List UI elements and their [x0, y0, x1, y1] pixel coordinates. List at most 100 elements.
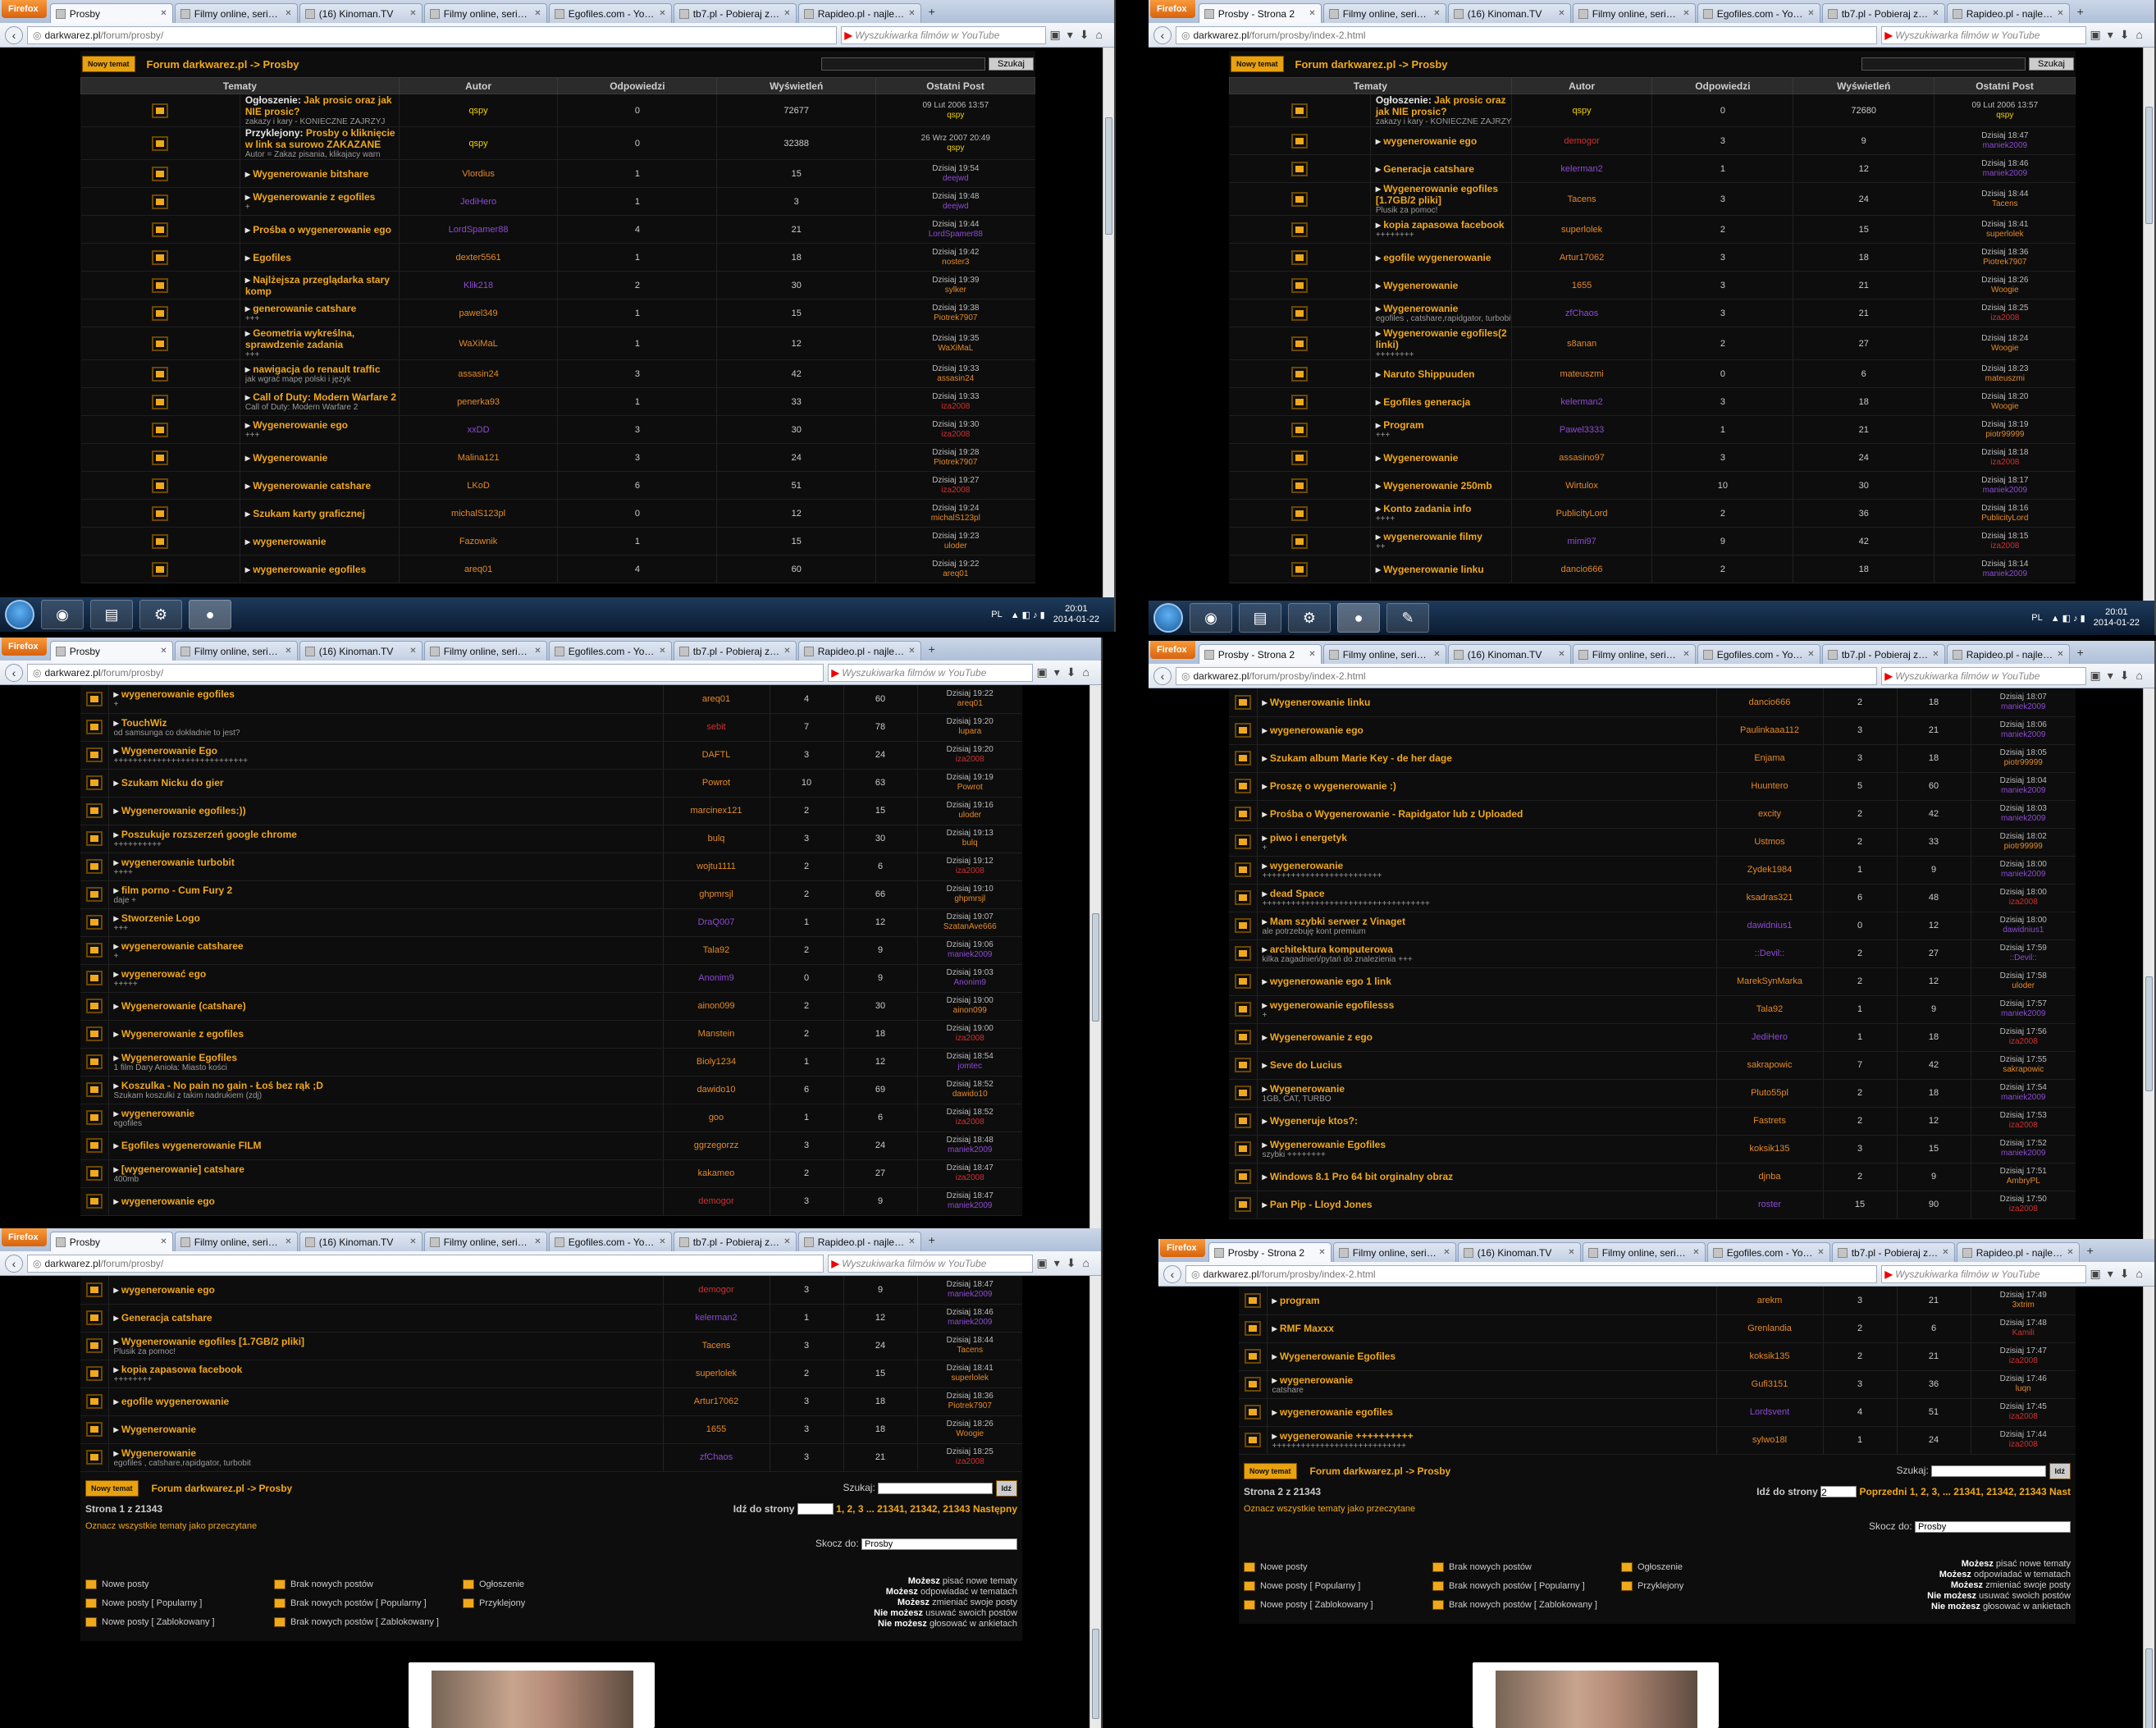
topic-author[interactable]: Powrot	[702, 778, 730, 788]
topic-title-text[interactable]: nawigacja do renault traffic	[253, 363, 380, 375]
topic-title[interactable]: ▸ wygenerowanie	[1272, 1374, 1354, 1386]
new-tab-button[interactable]: +	[923, 5, 941, 18]
scrollbar-thumb[interactable]	[1092, 1628, 1099, 1719]
topic-title[interactable]: ▸ RMF Maxxx	[1272, 1323, 1334, 1334]
topic-author[interactable]: PublicityLord	[1556, 509, 1608, 519]
last-post-author[interactable]: Woogie	[1934, 402, 2075, 412]
topic-title[interactable]: ▸ generowanie catshare	[245, 303, 356, 314]
last-post-author[interactable]: sakrapowic	[1971, 1065, 2076, 1075]
topic-title-text[interactable]: egofile wygenerowanie	[1383, 252, 1491, 263]
vertical-scrollbar[interactable]	[1089, 685, 1101, 1228]
topic-title-text[interactable]: wygenerowanie ego	[1270, 725, 1363, 736]
last-post-author[interactable]: Piotrek7907	[876, 313, 1035, 323]
forum-search-button[interactable]: Szukaj	[988, 57, 1034, 71]
topic-author[interactable]: Artur17062	[1560, 253, 1604, 263]
topic-author[interactable]: sylwo18l	[1752, 1435, 1787, 1445]
breadcrumb[interactable]: Forum darkwarez.pl -> Prosby	[147, 58, 299, 71]
page-links[interactable]: 1, 2, 3 ... 21341, 21342, 21343	[836, 1503, 970, 1515]
last-post-author[interactable]: maniek2009	[1934, 486, 2075, 496]
new-tab-button[interactable]: +	[2081, 1244, 2099, 1257]
browser-tab[interactable]: tb7.pl - Pobieraj z T... ✕	[673, 1232, 797, 1251]
browser-tab[interactable]: (16) Kinoman.TV ✕	[299, 641, 423, 661]
topic-title[interactable]: ▸ Wygenerowanie	[1376, 452, 1459, 464]
youtube-search-input[interactable]: ▶ Wyszukiwarka filmów w YouTube	[1880, 25, 2086, 44]
topic-title-text[interactable]: Wygenerowanie z egofiles	[253, 191, 375, 203]
last-post-author[interactable]: iza2008	[1971, 1440, 2076, 1450]
browser-tab[interactable]: Prosby ✕	[49, 3, 173, 23]
browser-tab[interactable]: Rapideo.pl - najlep... ✕	[797, 1232, 921, 1251]
browser-tab[interactable]: (16) Kinoman.TV ✕	[299, 1232, 423, 1251]
topic-title-text[interactable]: Wygenerowanie linku	[1270, 697, 1370, 708]
topic-title[interactable]: Przyklejony: Prosby o kliknięcie w link …	[245, 127, 395, 150]
last-post-author[interactable]: iza2008	[918, 755, 1023, 765]
topic-title[interactable]: ▸ Wygenerowanie	[1376, 280, 1459, 291]
topic-title-text[interactable]: Wygenerowanie	[121, 1447, 196, 1459]
topic-title[interactable]: ▸ Wygenerowanie z egofiles	[114, 1028, 244, 1040]
close-tab-icon[interactable]: ✕	[783, 9, 790, 18]
close-tab-icon[interactable]: ✕	[1318, 1248, 1325, 1257]
topic-title[interactable]: ▸ Wygenerowanie	[245, 452, 328, 464]
close-tab-icon[interactable]: ✕	[1692, 1248, 1699, 1257]
topic-title-text[interactable]: RMF Maxxx	[1280, 1323, 1334, 1334]
topic-title-text[interactable]: Wygenerowanie	[121, 1424, 196, 1435]
close-tab-icon[interactable]: ✕	[659, 1237, 665, 1246]
close-tab-icon[interactable]: ✕	[1807, 650, 1814, 659]
last-post-author[interactable]: Woogie	[1934, 286, 2075, 295]
topic-author[interactable]: Bioly1234	[697, 1057, 736, 1067]
topic-title-text[interactable]: wygenerowanie filmy	[1383, 531, 1482, 542]
last-post-author[interactable]: deejwd	[876, 202, 1035, 212]
topic-title-text[interactable]: kopia zapasowa facebook	[121, 1364, 242, 1375]
topic-author[interactable]: demogor	[698, 1196, 733, 1206]
topic-title-text[interactable]: Szukam karty graficznej	[253, 508, 365, 519]
topic-title[interactable]: ▸ wygenerowanie turbobit	[114, 857, 235, 868]
topic-author[interactable]: dancio666	[1749, 697, 1791, 707]
last-post-author[interactable]: areq01	[918, 699, 1023, 709]
close-tab-icon[interactable]: ✕	[2057, 9, 2063, 18]
topic-author[interactable]: penerka93	[457, 397, 500, 407]
topic-author[interactable]: Tala92	[1756, 1004, 1783, 1014]
topic-title-text[interactable]: wygenerowanie	[1280, 1374, 1353, 1386]
last-post-author[interactable]: maniek2009	[918, 1290, 1023, 1300]
browser-tab[interactable]: Filmy online, seriale ...✕	[1582, 1242, 1706, 1262]
topic-title[interactable]: ▸ Wygenerowanie Ego	[114, 745, 218, 757]
topic-title-text[interactable]: Szukam Nicku do gier	[121, 777, 224, 789]
jump-select[interactable]: Prosby	[1915, 1521, 2071, 1534]
topic-author[interactable]: Manstein	[698, 1029, 735, 1039]
footer-search-input[interactable]	[1931, 1465, 2047, 1477]
topic-title-text[interactable]: Wygenerowanie ego	[253, 419, 348, 431]
topic-title-text[interactable]: Wygenerowanie linku	[1383, 564, 1483, 575]
last-post-author[interactable]: assasin24	[876, 374, 1035, 384]
topic-author[interactable]: Tacens	[1568, 194, 1596, 204]
last-post-author[interactable]: piotr99999	[1971, 842, 2076, 852]
topic-title-text[interactable]: wygenerowanie ego	[121, 1284, 215, 1296]
topic-title-text[interactable]: wygenerowanie ego	[121, 1195, 215, 1207]
topic-author[interactable]: sebit	[706, 722, 725, 732]
browser-tab[interactable]: Filmy online, seriale ...✕	[1322, 644, 1446, 664]
last-post-author[interactable]: piotr99999	[1971, 758, 2076, 768]
browser-tab[interactable]: Egofiles.com - Your ... ✕	[1697, 3, 1820, 23]
last-post-author[interactable]: ghpmrsjl	[918, 894, 1023, 904]
toolbar-icons[interactable]: ▣▾⬇⌂	[1037, 665, 1096, 679]
topic-title[interactable]: ▸ wygenerowanie catsharee	[114, 940, 244, 952]
topic-author[interactable]: Ustmos	[1754, 837, 1784, 847]
topic-title-text[interactable]: Wygenerowanie egofiles [1.7GB/2 pliki]	[121, 1336, 304, 1347]
topic-title-text[interactable]: Egofiles wygenerowanie FILM	[121, 1140, 262, 1151]
close-tab-icon[interactable]: ✕	[1558, 9, 1564, 18]
close-tab-icon[interactable]: ✕	[908, 1237, 915, 1246]
topic-title[interactable]: ▸ Stworzenie Logo	[114, 912, 200, 924]
browser-tab[interactable]: Egofiles.com - Your ... ✕	[548, 641, 672, 661]
next-page-link[interactable]: Nast	[2049, 1486, 2071, 1497]
topic-title[interactable]: ▸ egofile wygenerowanie	[114, 1396, 230, 1407]
breadcrumb[interactable]: Forum darkwarez.pl -> Prosby	[1295, 58, 1448, 71]
topic-author[interactable]: qspy	[468, 139, 487, 149]
topic-author[interactable]: dawidnius1	[1747, 921, 1792, 930]
browser-tab[interactable]: tb7.pl - Pobieraj z T... ✕	[673, 641, 797, 661]
vertical-scrollbar[interactable]	[2143, 688, 2154, 1264]
topic-title-text[interactable]: wygenerowanie	[253, 536, 326, 547]
last-post-author[interactable]: jomtec	[918, 1062, 1023, 1072]
last-post-author[interactable]: iza2008	[1971, 1037, 2076, 1047]
clock[interactable]: 20:01 2014-01-22	[2094, 607, 2140, 629]
topic-title[interactable]: ▸ wygenerowanie ego	[114, 1284, 215, 1296]
topic-author[interactable]: excity	[1758, 809, 1781, 819]
last-post-author[interactable]: maniek2009	[918, 1318, 1023, 1328]
